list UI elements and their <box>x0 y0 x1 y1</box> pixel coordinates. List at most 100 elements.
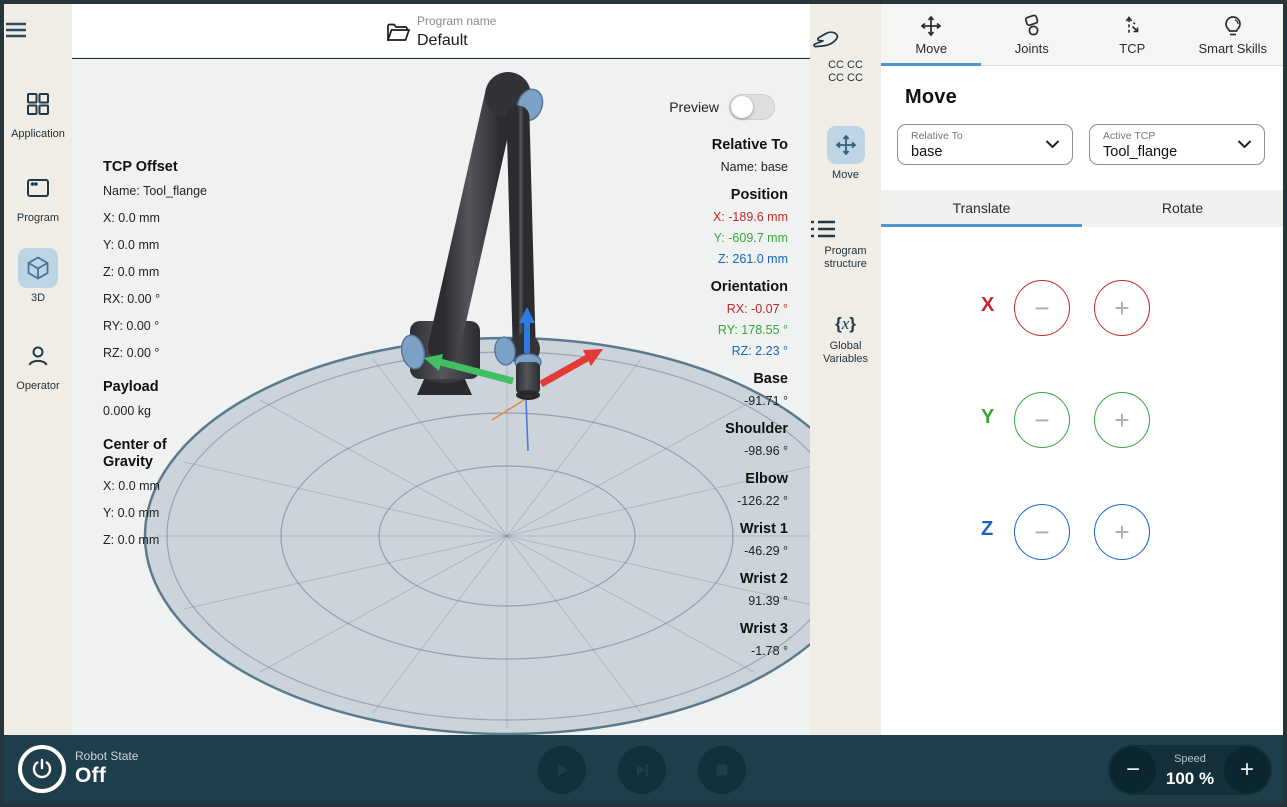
cube-icon <box>18 248 58 288</box>
sidebar-item-label: Program <box>4 212 72 224</box>
tcp-offset-x: X: 0.0 mm <box>103 211 213 226</box>
tab-label: TCP <box>1082 41 1183 56</box>
tool-item-program-structure[interactable]: Program structure <box>810 218 881 271</box>
tool-item-global-variables[interactable]: {x} Global Variables <box>810 314 881 366</box>
tool-item-move[interactable]: Move <box>810 126 881 182</box>
tab-tcp[interactable]: TCP <box>1082 4 1183 65</box>
jog-row-y: Y − + <box>881 392 1283 448</box>
jog-x-minus-button[interactable]: − <box>1014 280 1070 336</box>
jog-z-plus-button[interactable]: + <box>1094 504 1150 560</box>
right-panel: Move Joints TCP Smart Skills <box>881 4 1283 735</box>
sidebar-item-label: 3D <box>4 292 72 304</box>
move-arrows-icon <box>881 14 982 38</box>
translate-rotate-subtabs: Translate Rotate <box>881 190 1283 227</box>
play-icon <box>553 761 571 779</box>
folder-open-icon[interactable] <box>386 22 410 44</box>
relative-to-dropdown[interactable]: Relative To base <box>897 124 1073 165</box>
axis-x-label: X <box>981 294 994 317</box>
tab-move[interactable]: Move <box>881 4 982 65</box>
tab-joints[interactable]: Joints <box>982 4 1083 65</box>
tcp-offset-title: TCP Offset <box>103 159 213 176</box>
cog-title: Center of Gravity <box>103 437 189 471</box>
tab-label: Joints <box>982 41 1083 56</box>
program-structure-list-icon <box>810 218 881 240</box>
grid-icon <box>18 84 58 124</box>
bottom-bar: Robot State Off − Speed 100 % + <box>4 735 1283 803</box>
joint-label: Base <box>608 371 788 388</box>
orientation-rz: RZ: 2.23 ° <box>608 344 788 358</box>
payload-title: Payload <box>103 379 213 396</box>
dropdown-value: base <box>911 144 942 160</box>
panel-heading: Move <box>905 86 957 109</box>
sidebar-item-program[interactable]: Program <box>4 168 72 224</box>
tab-smart-skills[interactable]: Smart Skills <box>1183 4 1284 65</box>
jog-y-minus-button[interactable]: − <box>1014 392 1070 448</box>
axis-y-label: Y <box>981 406 994 429</box>
freedrive-hand-icon <box>810 28 881 54</box>
preview-toggle[interactable] <box>729 94 775 120</box>
tool-column: CC CC CC CC Move Program structure {x} G… <box>810 4 881 735</box>
tcp-offset-name: Name: Tool_flange <box>103 184 233 199</box>
sidebar-item-3d[interactable]: 3D <box>4 248 72 304</box>
hamburger-icon <box>4 18 72 42</box>
orientation-rx: RX: -0.07 ° <box>608 302 788 316</box>
sidebar-item-label: Operator <box>4 380 72 392</box>
top-bar: Program name Default <box>72 4 810 58</box>
joint-label: Elbow <box>608 471 788 488</box>
program-name-value[interactable]: Default <box>417 32 468 50</box>
joints-icon <box>982 14 1083 38</box>
subtab-rotate[interactable]: Rotate <box>1082 200 1283 216</box>
relative-to-title: Relative To <box>608 137 788 154</box>
step-button[interactable] <box>618 746 666 794</box>
power-icon <box>31 758 53 780</box>
position-title: Position <box>608 187 788 204</box>
chevron-down-icon <box>1045 139 1060 149</box>
jog-z-minus-button[interactable]: − <box>1014 504 1070 560</box>
joint-label: Wrist 3 <box>608 621 788 638</box>
jog-y-plus-button[interactable]: + <box>1094 392 1150 448</box>
joint-label: Wrist 1 <box>608 521 788 538</box>
tool-item-label: Global Variables <box>816 340 876 366</box>
tcp-icon <box>1082 14 1183 38</box>
axis-z-label: Z <box>981 518 993 541</box>
subtab-translate[interactable]: Translate <box>881 200 1082 216</box>
program-name-label: Program name <box>417 14 496 28</box>
active-subtab-underline <box>881 224 1082 227</box>
skip-next-icon <box>633 761 651 779</box>
sidebar-item-operator[interactable]: Operator <box>4 336 72 392</box>
speed-increase-button[interactable]: + <box>1224 747 1270 793</box>
3d-viewport: Preview TCP Offset Name: Tool_flange X: … <box>72 59 810 735</box>
move-arrows-icon <box>827 126 865 164</box>
cog-x: X: 0.0 mm <box>103 479 213 494</box>
tcp-offset-z: Z: 0.0 mm <box>103 265 213 280</box>
hamburger-menu-button[interactable] <box>4 18 72 42</box>
sidebar-item-application[interactable]: Application <box>4 84 72 140</box>
play-button[interactable] <box>538 746 586 794</box>
speed-decrease-button[interactable]: − <box>1110 747 1156 793</box>
tcp-offset-ry: RY: 0.00 ° <box>103 319 213 334</box>
speed-label: Speed <box>1154 753 1226 765</box>
person-icon <box>18 336 58 376</box>
orientation-ry: RY: 178.55 ° <box>608 323 788 337</box>
robot-power-button[interactable] <box>18 745 66 793</box>
sidebar-item-label: Application <box>4 128 72 140</box>
dropdown-label: Relative To <box>911 130 963 142</box>
window-icon <box>18 168 58 208</box>
joint-value: 91.39 ° <box>608 594 788 608</box>
stop-button[interactable] <box>698 746 746 794</box>
active-tcp-dropdown[interactable]: Active TCP Tool_flange <box>1089 124 1265 165</box>
robot-state-value: Off <box>75 764 106 788</box>
joint-value: -126.22 ° <box>608 494 788 508</box>
speed-value: 100 % <box>1154 769 1226 789</box>
chevron-down-icon <box>1237 139 1252 149</box>
joint-value: -91.71 ° <box>608 394 788 408</box>
robot-state-label: Robot State <box>75 749 138 763</box>
joint-label: Wrist 2 <box>608 571 788 588</box>
dropdown-value: Tool_flange <box>1103 144 1177 160</box>
tool-item-label: CC CC CC CC <box>821 59 871 85</box>
jog-x-plus-button[interactable]: + <box>1094 280 1150 336</box>
tool-item-freedrive[interactable]: CC CC CC CC <box>810 28 881 85</box>
stop-icon <box>714 762 730 778</box>
relative-to-name: Name: base <box>608 160 788 174</box>
tcp-offset-overlay: TCP Offset Name: Tool_flange X: 0.0 mm Y… <box>103 159 213 560</box>
